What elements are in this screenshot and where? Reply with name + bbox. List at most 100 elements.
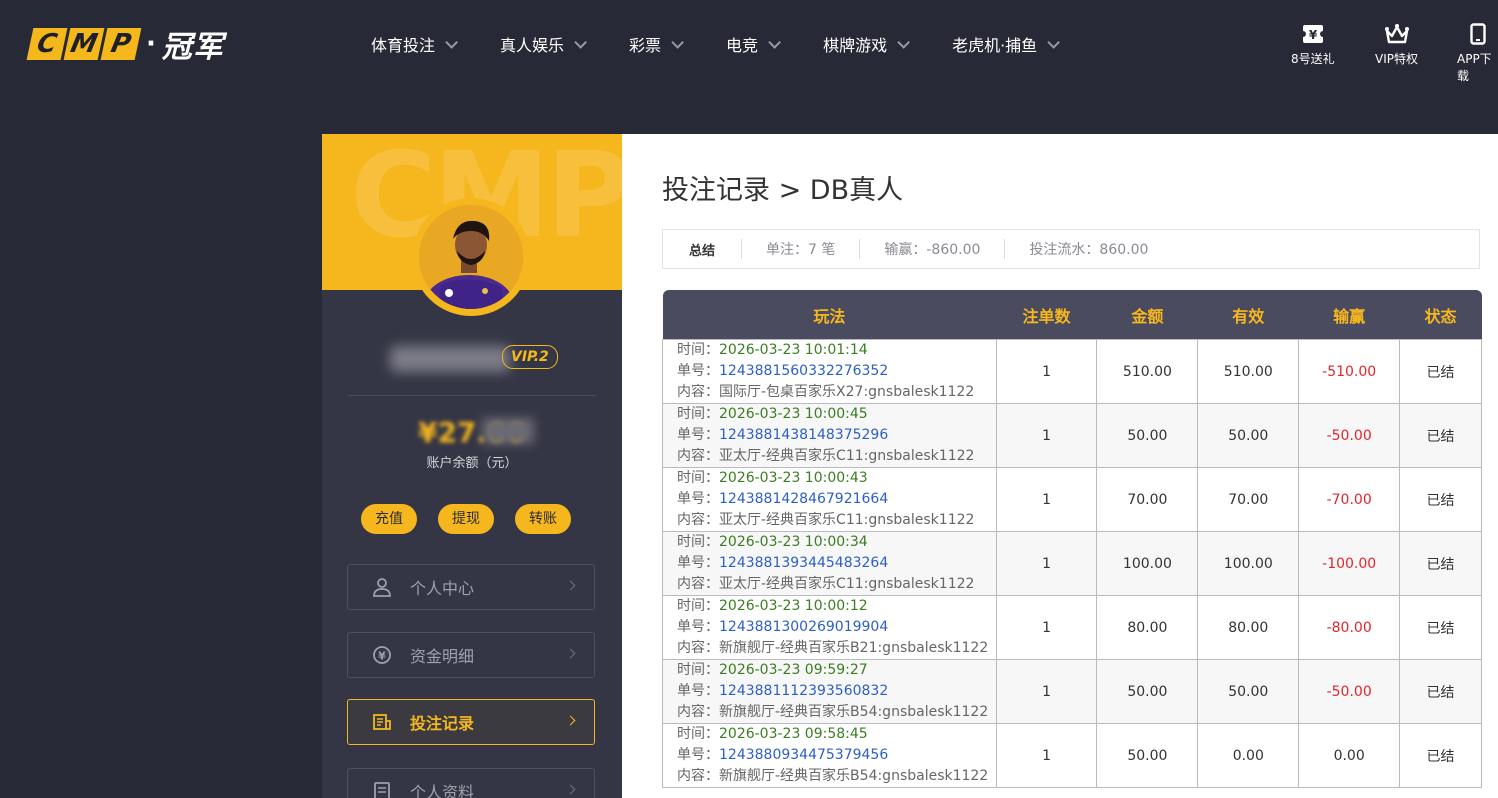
valid-cell: 510.00 xyxy=(1197,339,1300,404)
bet-order: 单号：1243881393445483264 xyxy=(677,553,996,574)
sidebar-item-profile[interactable]: 个人资料 xyxy=(347,768,595,798)
bet-info-cell: 时间：2026-03-23 09:58:45 单号：124388093447537… xyxy=(662,723,997,788)
chevron-down-icon xyxy=(1047,35,1061,49)
transfer-button[interactable]: 转账 xyxy=(515,504,571,534)
winloss-cell: -50.00 xyxy=(1298,659,1401,724)
content-value: 新旗舰厅-经典百家乐B54:gnsbalesk1122 xyxy=(719,704,989,720)
order-label: 单号： xyxy=(677,491,719,507)
column-header: 输赢 xyxy=(1298,290,1400,340)
bet-content: 内容：新旗舰厅-经典百家乐B54:gnsbalesk1122 xyxy=(677,766,996,787)
amount-cell: 100.00 xyxy=(1096,531,1199,596)
main-nav: 体育投注 真人娱乐 彩票 电竞 棋牌游戏 老虎机·捕鱼 xyxy=(371,32,1061,56)
order-number[interactable]: 1243881438148375296 xyxy=(719,427,888,443)
quick-vip[interactable]: VIP特权 xyxy=(1375,22,1418,67)
order-number[interactable]: 1243881112393560832 xyxy=(719,683,888,699)
nav-sports[interactable]: 体育投注 xyxy=(371,32,459,56)
order-number[interactable]: 1243880934475379456 xyxy=(719,747,888,763)
quick-app-download[interactable]: APP下载 xyxy=(1457,22,1498,84)
valid-cell: 70.00 xyxy=(1197,467,1300,532)
summary-turnover: 投注流水：860.00 xyxy=(1029,242,1149,258)
bet-content: 内容：新旗舰厅-经典百家乐B54:gnsbalesk1122 xyxy=(677,702,996,723)
profile-icon xyxy=(370,779,394,798)
column-header: 状态 xyxy=(1399,290,1482,340)
table-row: 时间：2026-03-23 10:00:43 单号：124388142846792… xyxy=(662,467,1482,532)
vip-badge: VIP.2 xyxy=(502,345,558,369)
logo-cmp-letters: C M P xyxy=(26,28,142,60)
bet-time: 时间：2026-03-23 10:00:12 xyxy=(677,596,996,617)
bet-order: 单号：1243881300269019904 xyxy=(677,617,996,638)
user-row: VIP.2 xyxy=(322,342,622,372)
table-header-row: 玩法 注单数 金额 有效 输赢 状态 xyxy=(662,290,1482,340)
breadcrumb: 投注记录 > DB真人 xyxy=(662,175,904,206)
wallet-actions: 充值 提现 转账 xyxy=(361,504,571,534)
table-row: 时间：2026-03-23 09:59:27 单号：124388111239356… xyxy=(662,659,1482,724)
bet-count-cell: 1 xyxy=(995,403,1098,468)
winloss-cell: -510.00 xyxy=(1298,339,1401,404)
logo-dot: · xyxy=(146,29,156,59)
nav-card-games[interactable]: 棋牌游戏 xyxy=(823,32,911,56)
bet-order: 单号：1243881560332276352 xyxy=(677,361,996,382)
order-label: 单号： xyxy=(677,683,719,699)
summary-bet-count: 单注：7 笔 xyxy=(766,242,836,258)
order-number[interactable]: 1243881560332276352 xyxy=(719,363,888,379)
chevron-right-icon xyxy=(565,648,576,659)
balance-label: 账户余额（元） xyxy=(426,456,518,471)
sidebar-item-fund-details[interactable]: ¥ 资金明细 xyxy=(347,632,595,678)
order-label: 单号： xyxy=(677,555,719,571)
order-number[interactable]: 1243881300269019904 xyxy=(719,619,888,635)
quick-gift[interactable]: ¥ 8号送礼 xyxy=(1291,22,1335,67)
content-label: 内容： xyxy=(677,704,719,720)
nav-live-casino[interactable]: 真人娱乐 xyxy=(500,32,588,56)
amount-cell: 50.00 xyxy=(1096,403,1199,468)
avatar[interactable] xyxy=(412,198,530,316)
bet-order: 单号：1243881438148375296 xyxy=(677,425,996,446)
quick-label: 8号送礼 xyxy=(1291,52,1335,66)
table-row: 时间：2026-03-23 10:00:34 单号：124388139344548… xyxy=(662,531,1482,596)
bet-info-cell: 时间：2026-03-23 10:00:45 单号：124388143814837… xyxy=(662,403,997,468)
table-row: 时间：2026-03-23 09:58:45 单号：124388093447537… xyxy=(662,723,1482,788)
table-row: 时间：2026-03-23 10:00:45 单号：124388143814837… xyxy=(662,403,1482,468)
status-cell: 已结 xyxy=(1399,531,1482,596)
brand-logo[interactable]: C M P · 冠军 xyxy=(26,24,224,65)
status-cell: 已结 xyxy=(1399,659,1482,724)
order-number[interactable]: 1243881428467921664 xyxy=(719,491,888,507)
time-value: 2026-03-23 09:58:45 xyxy=(719,726,868,742)
time-label: 时间： xyxy=(677,406,719,422)
bet-info-cell: 时间：2026-03-23 10:00:12 单号：124388130026901… xyxy=(662,595,997,660)
nav-slots-fishing[interactable]: 老虎机·捕鱼 xyxy=(952,32,1061,56)
nav-esports[interactable]: 电竞 xyxy=(726,32,782,56)
sidebar-item-bet-records[interactable]: 投注记录 xyxy=(347,699,595,745)
chevron-down-icon xyxy=(445,35,459,49)
bet-info-cell: 时间：2026-03-23 10:00:34 单号：124388139344548… xyxy=(662,531,997,596)
account-sidebar: CMP VIP.2 ¥27.00 账户余额（元） 充值 xyxy=(322,134,622,798)
bet-content: 内容：亚太厅-经典百家乐C11:gnsbalesk1122 xyxy=(677,574,996,595)
chevron-right-icon xyxy=(565,580,576,591)
time-value: 2026-03-23 10:01:14 xyxy=(719,342,868,358)
divider xyxy=(348,395,596,396)
withdraw-button[interactable]: 提现 xyxy=(438,504,494,534)
time-value: 2026-03-23 10:00:12 xyxy=(719,598,868,614)
time-label: 时间： xyxy=(677,534,719,550)
nav-lottery[interactable]: 彩票 xyxy=(629,32,685,56)
time-label: 时间： xyxy=(677,662,719,678)
sidebar-item-personal-center[interactable]: 个人中心 xyxy=(347,564,595,610)
valid-cell: 0.00 xyxy=(1197,723,1300,788)
order-label: 单号： xyxy=(677,747,719,763)
valid-cell: 100.00 xyxy=(1197,531,1300,596)
order-number[interactable]: 1243881393445483264 xyxy=(719,555,888,571)
summary-winloss: 输赢：-860.00 xyxy=(884,242,981,258)
bet-records-table: 玩法 注单数 金额 有效 输赢 状态 时间：2026-03-23 10:01:1… xyxy=(662,290,1482,788)
balance-block: ¥27.00 账户余额（元） xyxy=(322,416,622,471)
summary-bar: 总结 单注：7 笔 输赢：-860.00 投注流水：860.00 xyxy=(662,229,1480,269)
deposit-button[interactable]: 充值 xyxy=(361,504,417,534)
content-value: 国际厅-包桌百家乐X27:gnsbalesk1122 xyxy=(719,384,975,400)
content-value: 新旗舰厅-经典百家乐B21:gnsbalesk1122 xyxy=(719,640,989,656)
logo-letter: P xyxy=(100,28,142,60)
time-label: 时间： xyxy=(677,598,719,614)
bet-count-cell: 1 xyxy=(995,723,1098,788)
content-value: 亚太厅-经典百家乐C11:gnsbalesk1122 xyxy=(719,512,975,528)
nav-label: 电竞 xyxy=(726,36,759,55)
nav-label: 老虎机·捕鱼 xyxy=(952,36,1038,55)
chevron-down-icon xyxy=(768,35,782,49)
table-row: 时间：2026-03-23 10:01:14 单号：124388156033227… xyxy=(662,339,1482,404)
